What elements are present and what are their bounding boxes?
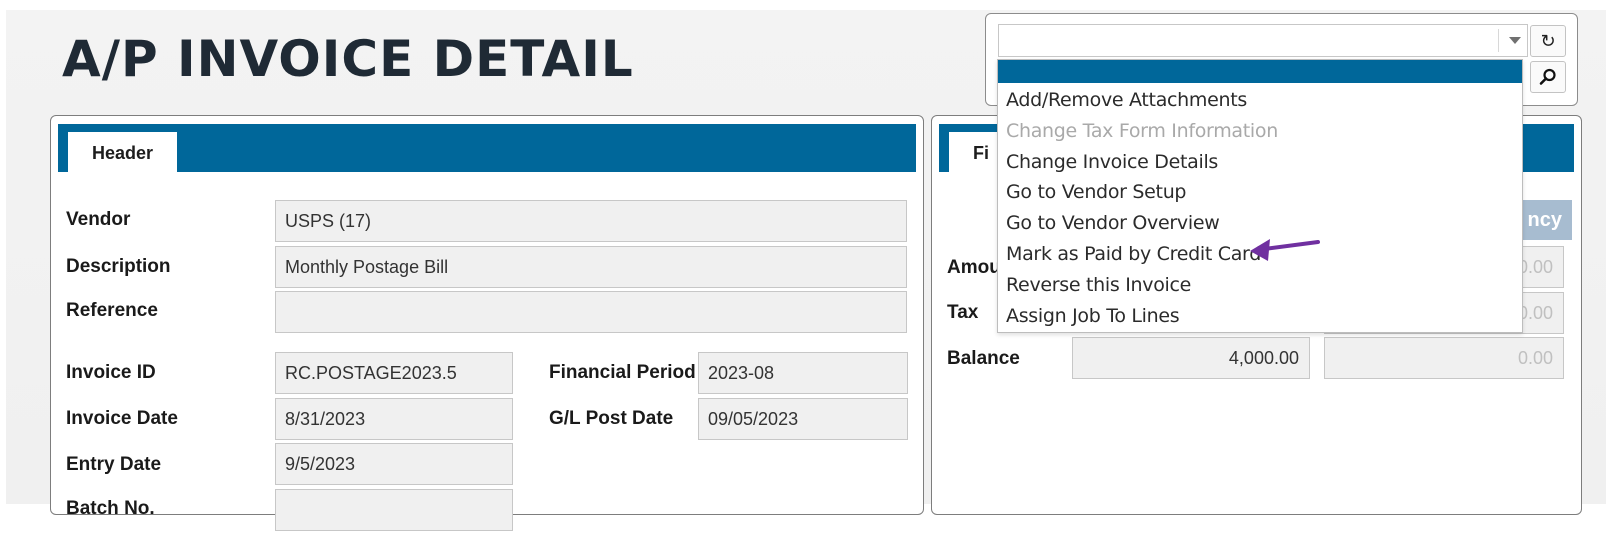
menu-item-change-invoice-details[interactable]: Change Invoice Details [1006, 151, 1218, 173]
invoice-id-label: Invoice ID [66, 362, 156, 383]
description-field[interactable]: Monthly Postage Bill [275, 246, 907, 288]
entry-date-field[interactable]: 9/5/2023 [275, 443, 513, 485]
annotation-arrow-icon [1250, 239, 1320, 261]
refresh-icon: ↻ [1540, 31, 1556, 51]
search-button[interactable] [1530, 61, 1566, 93]
actions-dropdown[interactable] [998, 24, 1528, 57]
page-title: A/P INVOICE DETAIL [62, 30, 634, 88]
financial-period-label: Financial Period [549, 362, 696, 383]
batch-label: Batch No. [66, 498, 155, 519]
tax-label: Tax [947, 302, 979, 323]
reference-label: Reference [66, 300, 158, 321]
invoice-date-label: Invoice Date [66, 408, 178, 429]
balance-foreign-field[interactable]: 0.00 [1324, 337, 1564, 379]
batch-field[interactable] [275, 489, 513, 531]
actions-menu: Add/Remove Attachments Change Tax Form I… [997, 59, 1523, 333]
vendor-field[interactable]: USPS (17) [275, 200, 907, 242]
description-label: Description [66, 256, 171, 277]
tab-header[interactable]: Header [68, 132, 178, 172]
menu-item-go-to-vendor-overview[interactable]: Go to Vendor Overview [1006, 212, 1220, 234]
amount-label: Amou [947, 257, 1001, 278]
gl-post-date-field[interactable]: 09/05/2023 [698, 398, 908, 440]
refresh-button[interactable]: ↻ [1530, 25, 1566, 57]
menu-item-change-tax-form-information: Change Tax Form Information [1006, 120, 1278, 142]
invoice-id-field[interactable]: RC.POSTAGE2023.5 [275, 352, 513, 394]
menu-item-assign-job-to-lines[interactable]: Assign Job To Lines [1006, 305, 1180, 327]
financial-period-field[interactable]: 2023-08 [698, 352, 908, 394]
entry-date-label: Entry Date [66, 454, 162, 475]
menu-item-reverse-this-invoice[interactable]: Reverse this Invoice [1006, 274, 1191, 296]
chevron-down-icon[interactable] [1509, 37, 1521, 44]
header-tabbar: Header [58, 124, 916, 172]
menu-item-mark-as-paid-by-credit-card[interactable]: Mark as Paid by Credit Card [1006, 243, 1261, 265]
menu-item-go-to-vendor-setup[interactable]: Go to Vendor Setup [1006, 181, 1187, 203]
invoice-date-field[interactable]: 8/31/2023 [275, 398, 513, 440]
menu-item-add-remove-attachments[interactable]: Add/Remove Attachments [1006, 89, 1247, 111]
reference-field[interactable] [275, 291, 907, 333]
balance-field[interactable]: 4,000.00 [1072, 337, 1310, 379]
balance-label: Balance [947, 348, 1020, 369]
vendor-label: Vendor [66, 209, 131, 230]
dropdown-separator [1498, 29, 1499, 52]
menu-highlight-row[interactable] [998, 60, 1522, 83]
search-icon [1539, 68, 1556, 85]
gl-post-date-label: G/L Post Date [549, 408, 674, 429]
